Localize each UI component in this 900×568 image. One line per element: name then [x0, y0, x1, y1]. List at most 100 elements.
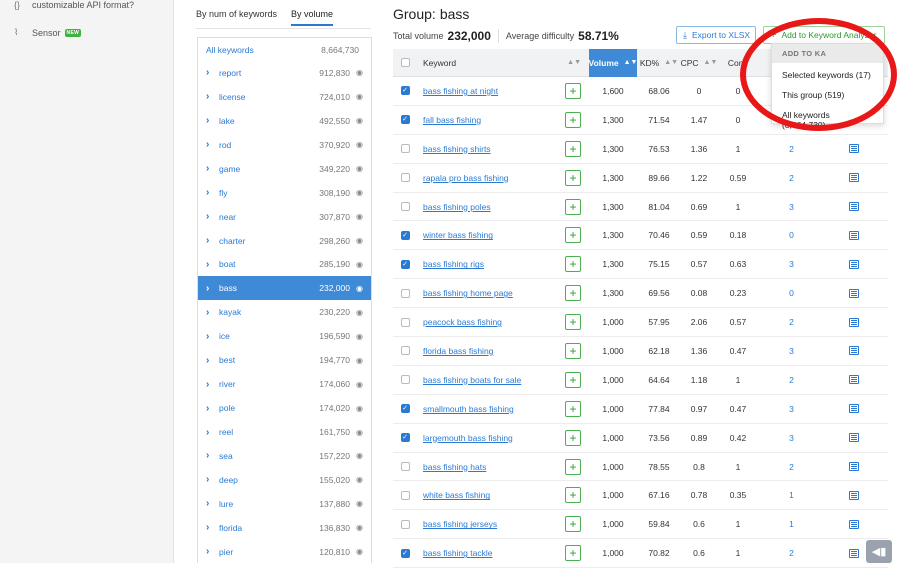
add-keyword-button[interactable]: +: [565, 111, 581, 128]
add-keyword-button[interactable]: +: [565, 371, 581, 388]
keyword-link[interactable]: smallmouth bass fishing: [423, 404, 565, 414]
results-link[interactable]: 0: [789, 288, 794, 298]
keyword-link[interactable]: bass fishing shirts: [423, 144, 565, 154]
row-checkbox[interactable]: [400, 144, 410, 154]
row-checkbox[interactable]: [400, 288, 410, 298]
results-link[interactable]: 0: [789, 230, 794, 240]
eye-icon[interactable]: ◉: [356, 428, 365, 437]
group-item-game[interactable]: › game 349,220 ◉: [198, 157, 371, 181]
results-link[interactable]: 2: [789, 173, 794, 183]
eye-icon[interactable]: ◉: [356, 380, 365, 389]
keyword-link[interactable]: peacock bass fishing: [423, 317, 565, 327]
sidebar-item-sensor[interactable]: ⌇ Sensor NEW: [14, 27, 82, 38]
add-keyword-button[interactable]: +: [565, 400, 581, 417]
serp-icon[interactable]: [849, 462, 859, 472]
keyword-link[interactable]: bass fishing poles: [423, 202, 565, 212]
serp-icon[interactable]: [849, 490, 859, 500]
dropdown-option[interactable]: Selected keywords (17): [772, 63, 883, 83]
tab-by-volume[interactable]: By volume: [291, 9, 334, 26]
add-keyword-button[interactable]: +: [565, 82, 581, 99]
group-item-kayak[interactable]: › kayak 230,220 ◉: [198, 300, 371, 324]
keyword-link[interactable]: white bass fishing: [423, 490, 565, 500]
group-item-boat[interactable]: › boat 285,190 ◉: [198, 253, 371, 277]
keyword-link[interactable]: largemouth bass fishing: [423, 433, 565, 443]
eye-icon[interactable]: ◉: [356, 523, 365, 532]
sidebar-item-api[interactable]: {} customizable API format?: [14, 0, 134, 10]
row-checkbox[interactable]: ✓: [400, 404, 410, 414]
serp-icon[interactable]: [849, 433, 859, 443]
keyword-link[interactable]: bass fishing at night: [423, 86, 565, 96]
group-item-rod[interactable]: › rod 370,920 ◉: [198, 133, 371, 157]
serp-icon[interactable]: [849, 230, 859, 240]
group-item-charter[interactable]: › charter 298,260 ◉: [198, 229, 371, 253]
serp-icon[interactable]: [849, 317, 859, 327]
keyword-link[interactable]: bass fishing tackle: [423, 548, 565, 558]
group-item-best[interactable]: › best 194,770 ◉: [198, 348, 371, 372]
keyword-link[interactable]: bass fishing rigs: [423, 259, 565, 269]
eye-icon[interactable]: ◉: [356, 92, 365, 101]
column-cpc[interactable]: CPC ▲▼: [681, 58, 718, 68]
group-item-bass[interactable]: › bass 232,000 ◉: [198, 276, 371, 301]
group-item-all-keywords[interactable]: All keywords 8,664,730: [198, 38, 371, 61]
serp-icon[interactable]: [849, 375, 859, 385]
results-link[interactable]: 2: [789, 375, 794, 385]
group-item-lure[interactable]: › lure 137,880 ◉: [198, 492, 371, 516]
row-checkbox[interactable]: [400, 462, 410, 472]
dropdown-option[interactable]: This group (519): [772, 83, 883, 103]
tab-by-num-keywords[interactable]: By num of keywords: [196, 9, 277, 26]
row-checkbox[interactable]: [400, 519, 410, 529]
row-checkbox[interactable]: ✓: [400, 86, 410, 96]
results-link[interactable]: 3: [789, 202, 794, 212]
keyword-link[interactable]: winter bass fishing: [423, 230, 565, 240]
serp-icon[interactable]: [849, 259, 859, 269]
eye-icon[interactable]: ◉: [356, 356, 365, 365]
group-item-near[interactable]: › near 307,870 ◉: [198, 205, 371, 229]
add-keyword-button[interactable]: +: [565, 256, 581, 273]
serp-icon[interactable]: [849, 346, 859, 356]
results-link[interactable]: 2: [789, 548, 794, 558]
add-keyword-button[interactable]: +: [565, 487, 581, 504]
select-all-checkbox[interactable]: [400, 58, 410, 67]
feedback-button[interactable]: ◀▮: [866, 540, 892, 563]
row-checkbox[interactable]: ✓: [400, 433, 410, 443]
add-keyword-button[interactable]: +: [565, 342, 581, 359]
group-item-license[interactable]: › license 724,010 ◉: [198, 85, 371, 109]
add-keyword-button[interactable]: +: [565, 429, 581, 446]
add-keyword-button[interactable]: +: [565, 458, 581, 475]
row-checkbox[interactable]: ✓: [400, 259, 410, 269]
row-checkbox[interactable]: [400, 173, 410, 183]
eye-icon[interactable]: ◉: [356, 260, 365, 269]
eye-icon[interactable]: ◉: [356, 212, 365, 221]
eye-icon[interactable]: ◉: [356, 332, 365, 341]
keyword-link[interactable]: bass fishing hats: [423, 462, 565, 472]
add-keyword-button[interactable]: +: [565, 140, 581, 157]
serp-icon[interactable]: [849, 173, 859, 183]
group-item-sea[interactable]: › sea 157,220 ◉: [198, 444, 371, 468]
group-item-pier[interactable]: › pier 120,810 ◉: [198, 540, 371, 564]
column-keyword[interactable]: Keyword ▲▼: [417, 49, 589, 76]
group-item-deep[interactable]: › deep 155,020 ◉: [198, 468, 371, 492]
eye-icon[interactable]: ◉: [356, 499, 365, 508]
row-checkbox[interactable]: [400, 317, 410, 327]
eye-icon[interactable]: ◉: [356, 68, 365, 77]
export-xlsx-button[interactable]: ⤓ Export to XLSX: [676, 26, 756, 44]
keyword-link[interactable]: bass fishing jerseys: [423, 519, 565, 529]
row-checkbox[interactable]: [400, 490, 410, 500]
eye-icon[interactable]: ◉: [356, 116, 365, 125]
eye-icon[interactable]: ◉: [356, 547, 365, 556]
group-item-reel[interactable]: › reel 161,750 ◉: [198, 420, 371, 444]
row-checkbox[interactable]: ✓: [400, 548, 410, 558]
eye-icon[interactable]: ◉: [356, 188, 365, 197]
column-kd[interactable]: KD% ▲▼: [637, 58, 681, 68]
add-keyword-button[interactable]: +: [565, 169, 581, 186]
eye-icon[interactable]: ◉: [356, 140, 365, 149]
serp-icon[interactable]: [849, 144, 859, 154]
results-link[interactable]: 3: [789, 404, 794, 414]
group-item-fly[interactable]: › fly 308,190 ◉: [198, 181, 371, 205]
serp-icon[interactable]: [849, 404, 859, 414]
eye-icon[interactable]: ◉: [356, 236, 365, 245]
add-keyword-button[interactable]: +: [565, 227, 581, 244]
column-volume[interactable]: Volume ▲▼: [589, 48, 637, 77]
results-link[interactable]: 1: [789, 490, 794, 500]
results-link[interactable]: 3: [789, 433, 794, 443]
